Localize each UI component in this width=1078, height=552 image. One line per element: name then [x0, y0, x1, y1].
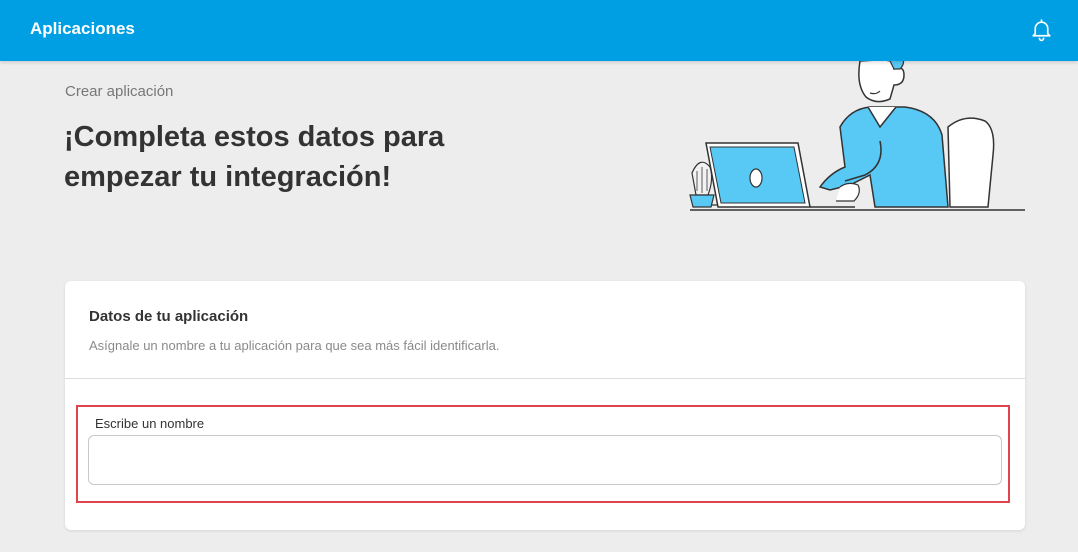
- breadcrumb: Crear aplicación: [65, 83, 174, 100]
- name-field-label: Escribe un nombre: [95, 416, 205, 431]
- divider: [65, 378, 1025, 379]
- card-title: Datos de tu aplicación: [89, 308, 249, 325]
- app-title: Aplicaciones: [30, 19, 135, 38]
- app-data-card: Datos de tu aplicación Asígnale un nombr…: [65, 281, 1025, 530]
- app-name-input[interactable]: [88, 435, 1002, 485]
- page-title: ¡Completa estos datos para empezar tu in…: [64, 121, 445, 193]
- bell-icon[interactable]: [1029, 17, 1054, 42]
- person-with-laptop-illustration: [689, 55, 1025, 211]
- top-bar: Aplicaciones: [0, 0, 1078, 61]
- card-description: Asígnale un nombre a tu aplicación para …: [89, 338, 500, 353]
